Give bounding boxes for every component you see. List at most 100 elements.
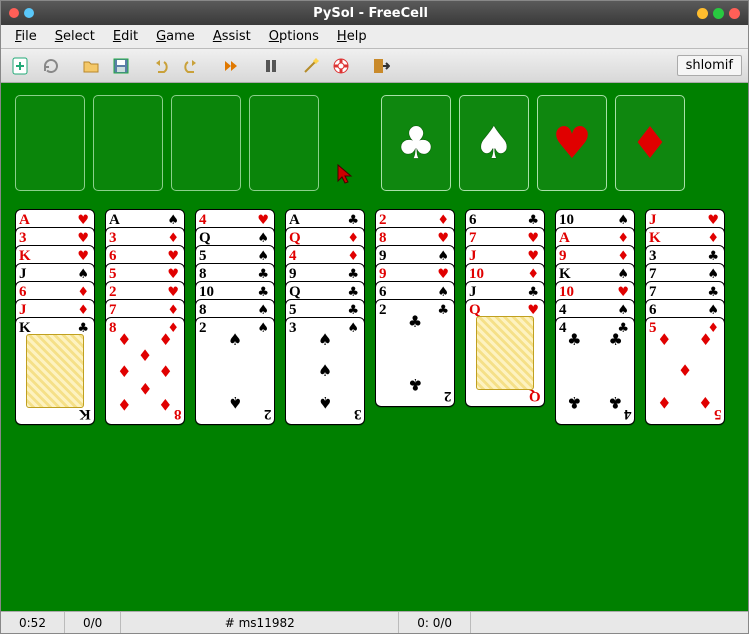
spade-icon: ♠ bbox=[437, 249, 449, 264]
menu-select[interactable]: Select bbox=[47, 27, 103, 46]
card-Q-heart[interactable]: Q♥Q bbox=[465, 299, 545, 407]
heart-icon: ♥ bbox=[167, 249, 179, 264]
club-icon: ♣ bbox=[347, 285, 359, 300]
dot-icon bbox=[9, 8, 19, 18]
tableau-column-7[interactable]: 10♠A♦9♦K♠10♥4♠4♣4♣♣♣♣ bbox=[555, 209, 635, 425]
foundations: ♣ ♠ ♥ ♦ bbox=[381, 95, 685, 191]
menu-options[interactable]: Options bbox=[261, 27, 327, 46]
pause-button[interactable] bbox=[257, 53, 285, 79]
heart-icon: ♥ bbox=[257, 213, 269, 228]
menu-file[interactable]: File bbox=[7, 27, 45, 46]
open-button[interactable] bbox=[77, 53, 105, 79]
card-5-diamond[interactable]: 5♦5♦♦♦♦♦ bbox=[645, 317, 725, 425]
card-pips: ♣♣ bbox=[384, 314, 446, 392]
plus-card-icon bbox=[12, 57, 30, 75]
save-button[interactable] bbox=[107, 53, 135, 79]
floppy-icon bbox=[112, 57, 130, 75]
club-icon: ♣ bbox=[396, 118, 435, 169]
window-title: PySol - FreeCell bbox=[44, 6, 697, 21]
hint-button[interactable] bbox=[297, 53, 325, 79]
card-K-club[interactable]: K♣K bbox=[15, 317, 95, 425]
tableau-column-5[interactable]: 2♦8♥9♠9♥6♠2♣2♣♣ bbox=[375, 209, 455, 407]
menu-help[interactable]: Help bbox=[329, 27, 375, 46]
card-3-spade[interactable]: 3♠3♠♠♠ bbox=[285, 317, 365, 425]
spade-icon: ♠ bbox=[77, 267, 89, 282]
menu-label: ile bbox=[22, 29, 37, 44]
freecell-slot-1[interactable] bbox=[15, 95, 85, 191]
spade-icon: ♠ bbox=[617, 267, 629, 282]
spade-icon: ♠ bbox=[257, 249, 269, 264]
menu-edit[interactable]: Edit bbox=[105, 27, 146, 46]
card-pips: ♦♦♦♦♦♦♦♦ bbox=[114, 332, 176, 410]
restart-button[interactable] bbox=[37, 53, 65, 79]
card-2-club[interactable]: 2♣2♣♣ bbox=[375, 299, 455, 407]
tableau-column-8[interactable]: J♥K♦3♣7♠7♣6♠5♦5♦♦♦♦♦ bbox=[645, 209, 725, 425]
wand-icon bbox=[302, 57, 320, 75]
refresh-icon bbox=[42, 57, 60, 75]
play-area[interactable]: ♣♠♥♦ A♥3♥K♥J♠6♦J♦K♣KA♠3♦6♥5♥2♥7♦8♦8♦♦♦♦♦… bbox=[1, 83, 748, 611]
status-moves: 0/0 bbox=[65, 612, 121, 633]
freecell-slot-4[interactable] bbox=[249, 95, 319, 191]
freecell-slot-2[interactable] bbox=[93, 95, 163, 191]
foundation-heart[interactable]: ♥ bbox=[537, 95, 607, 191]
diamond-icon: ♦ bbox=[617, 249, 629, 264]
heart-icon: ♥ bbox=[437, 231, 449, 246]
tableau-column-1[interactable]: A♥3♥K♥J♠6♦J♦K♣K bbox=[15, 209, 95, 425]
minimize-button[interactable] bbox=[697, 8, 708, 19]
titlebar[interactable]: PySol - FreeCell bbox=[1, 1, 748, 25]
heart-icon: ♥ bbox=[552, 118, 591, 169]
spade-icon: ♠ bbox=[437, 285, 449, 300]
status-time: 0:52 bbox=[1, 612, 65, 633]
heart-icon: ♥ bbox=[527, 231, 539, 246]
diamond-icon: ♦ bbox=[707, 231, 719, 246]
heart-icon: ♥ bbox=[77, 249, 89, 264]
pause-icon bbox=[262, 57, 280, 75]
window-controls bbox=[697, 8, 740, 19]
menu-game[interactable]: Game bbox=[148, 27, 203, 46]
card-pips: ♣♣♣♣ bbox=[564, 332, 626, 410]
top-slots-row: ♣ ♠ ♥ ♦ bbox=[15, 95, 734, 191]
fastforward-icon bbox=[222, 57, 240, 75]
rules-button[interactable] bbox=[327, 53, 355, 79]
club-icon: ♣ bbox=[347, 267, 359, 282]
folder-icon bbox=[82, 57, 100, 75]
card-pips: ♠♠♠ bbox=[294, 332, 356, 410]
menu-assist[interactable]: Assist bbox=[205, 27, 259, 46]
player-name[interactable]: shlomif bbox=[677, 55, 742, 76]
tableau-columns: A♥3♥K♥J♠6♦J♦K♣KA♠3♦6♥5♥2♥7♦8♦8♦♦♦♦♦♦♦♦4♥… bbox=[15, 209, 734, 425]
diamond-icon: ♦ bbox=[167, 231, 179, 246]
card-8-diamond[interactable]: 8♦8♦♦♦♦♦♦♦♦ bbox=[105, 317, 185, 425]
statusbar: 0:52 0/0 # ms11982 0: 0/0 bbox=[1, 611, 748, 633]
spade-icon: ♠ bbox=[617, 213, 629, 228]
diamond-icon: ♦ bbox=[77, 303, 89, 318]
spade-icon: ♠ bbox=[707, 303, 719, 318]
club-icon: ♣ bbox=[527, 285, 539, 300]
autodrop-button[interactable] bbox=[217, 53, 245, 79]
tableau-column-4[interactable]: A♣Q♦4♦9♣Q♣5♣3♠3♠♠♠ bbox=[285, 209, 365, 425]
window-menu-dots[interactable] bbox=[9, 8, 34, 18]
redo-button[interactable] bbox=[177, 53, 205, 79]
club-icon: ♣ bbox=[347, 213, 359, 228]
card-4-club[interactable]: 4♣4♣♣♣♣ bbox=[555, 317, 635, 425]
maximize-button[interactable] bbox=[713, 8, 724, 19]
club-icon: ♣ bbox=[707, 285, 719, 300]
heart-icon: ♥ bbox=[707, 213, 719, 228]
freecell-slot-3[interactable] bbox=[171, 95, 241, 191]
app-window: PySol - FreeCell File Select Edit Game A… bbox=[0, 0, 749, 634]
close-button[interactable] bbox=[729, 8, 740, 19]
new-game-button[interactable] bbox=[7, 53, 35, 79]
card-pips: ♠♠ bbox=[204, 332, 266, 410]
foundation-club[interactable]: ♣ bbox=[381, 95, 451, 191]
diamond-icon: ♦ bbox=[437, 213, 449, 228]
foundation-spade[interactable]: ♠ bbox=[459, 95, 529, 191]
status-spacer bbox=[471, 612, 748, 633]
card-2-spade[interactable]: 2♠2♠♠ bbox=[195, 317, 275, 425]
status-redeals: 0: 0/0 bbox=[399, 612, 471, 633]
foundation-diamond[interactable]: ♦ bbox=[615, 95, 685, 191]
tableau-column-6[interactable]: 6♣7♥J♥10♦J♣Q♥Q bbox=[465, 209, 545, 407]
undo-button[interactable] bbox=[147, 53, 175, 79]
spade-icon: ♠ bbox=[707, 267, 719, 282]
tableau-column-3[interactable]: 4♥Q♠5♠8♣10♣8♠2♠2♠♠ bbox=[195, 209, 275, 425]
tableau-column-2[interactable]: A♠3♦6♥5♥2♥7♦8♦8♦♦♦♦♦♦♦♦ bbox=[105, 209, 185, 425]
quit-button[interactable] bbox=[367, 53, 395, 79]
